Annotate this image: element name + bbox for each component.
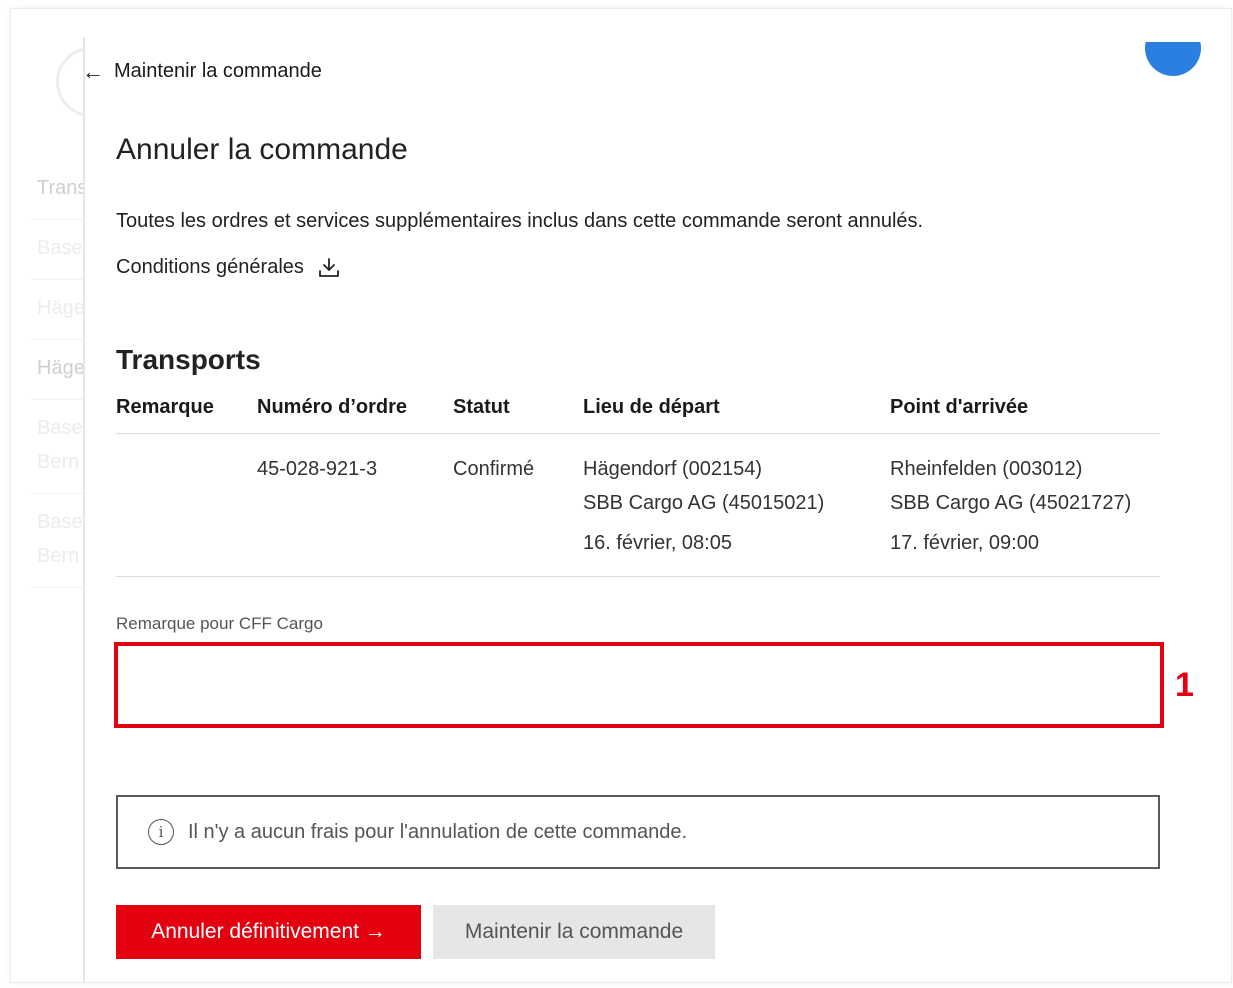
transports-table: Remarque Numéro d’ordre Statut Lieu de d… bbox=[116, 390, 1160, 577]
background-item: Häge bbox=[37, 297, 85, 319]
background-item: Base bbox=[37, 417, 83, 439]
background-item: Base bbox=[37, 237, 83, 259]
arrival-time: 17. février, 09:00 bbox=[890, 532, 1039, 554]
background-item: Häge bbox=[37, 357, 85, 379]
column-header-status: Statut bbox=[453, 390, 583, 434]
column-header-departure: Lieu de départ bbox=[583, 390, 890, 434]
cell-arrival: Rheinfelden (003012) SBB Cargo AG (45021… bbox=[890, 433, 1160, 577]
background-item: Bern bbox=[37, 545, 80, 567]
back-link[interactable]: ← Maintenir la commande bbox=[82, 60, 322, 83]
info-notice: i Il n'y a aucun frais pour l'annulation… bbox=[116, 795, 1160, 869]
back-link-label: Maintenir la commande bbox=[114, 60, 322, 82]
remark-field-label: Remarque pour CFF Cargo bbox=[116, 614, 323, 633]
arrow-left-icon: ← bbox=[82, 58, 104, 84]
page-title: Annuler la commande bbox=[116, 133, 408, 166]
column-header-arrival: Point d'arrivée bbox=[890, 390, 1160, 434]
arrival-company: SBB Cargo AG (45021727) bbox=[890, 492, 1132, 514]
conditions-link[interactable]: Conditions générales bbox=[116, 256, 342, 279]
background-item: Base bbox=[37, 511, 83, 533]
table-row: 45-028-921-3 Confirmé Hägendorf (002154)… bbox=[116, 433, 1160, 577]
departure-company: SBB Cargo AG (45015021) bbox=[583, 492, 825, 514]
cell-order-number: 45-028-921-3 bbox=[257, 433, 453, 577]
cell-remark bbox=[116, 433, 257, 577]
transports-title: Transports bbox=[116, 344, 261, 375]
keep-order-button[interactable]: Maintenir la commande bbox=[433, 905, 715, 959]
remark-field-highlight bbox=[114, 642, 1164, 728]
background-item: Trans bbox=[37, 177, 88, 199]
table-header-row: Remarque Numéro d’ordre Statut Lieu de d… bbox=[116, 390, 1160, 434]
cancel-permanently-button[interactable]: Annuler définitivement → bbox=[116, 905, 421, 959]
avatar[interactable] bbox=[1143, 42, 1203, 82]
background-item: Bern bbox=[37, 451, 80, 473]
status-badge: Confirmé bbox=[453, 433, 583, 577]
download-icon bbox=[319, 257, 339, 277]
arrival-place: Rheinfelden (003012) bbox=[890, 458, 1083, 480]
remark-field[interactable] bbox=[118, 646, 1160, 724]
info-text: Il n'y a aucun frais pour l'annulation d… bbox=[188, 820, 688, 843]
cancel-description: Toutes les ordres et services supplément… bbox=[116, 210, 924, 232]
info-icon: i bbox=[148, 819, 174, 845]
column-header-remark: Remarque bbox=[116, 390, 257, 434]
departure-place: Hägendorf (002154) bbox=[583, 458, 763, 480]
annotation-marker: 1 bbox=[1175, 666, 1194, 704]
column-header-order-number: Numéro d’ordre bbox=[257, 390, 453, 434]
cell-departure: Hägendorf (002154) SBB Cargo AG (4501502… bbox=[583, 433, 890, 577]
conditions-label: Conditions générales bbox=[116, 256, 304, 278]
departure-time: 16. février, 08:05 bbox=[583, 532, 732, 554]
